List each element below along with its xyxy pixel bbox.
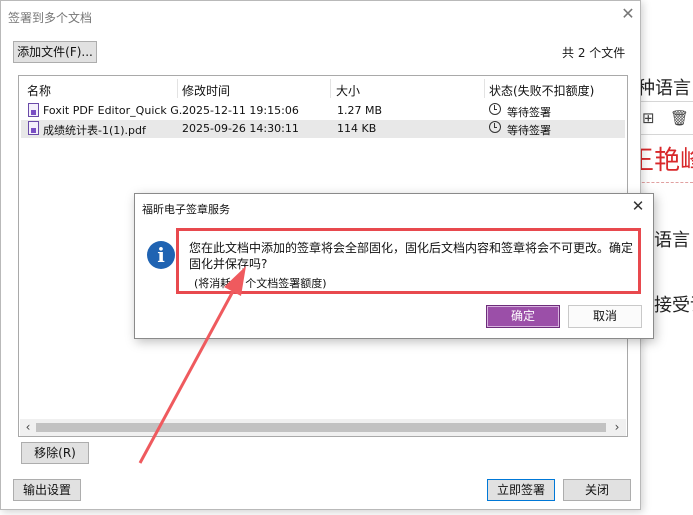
close-button[interactable]: 关闭 <box>563 479 631 501</box>
doc-text-line1: 种语言 <box>637 78 691 99</box>
column-divider[interactable] <box>177 79 178 98</box>
file-status: 等待签署 <box>507 124 551 137</box>
info-icon: i <box>147 241 175 269</box>
file-status: 等待签署 <box>507 106 551 119</box>
horizontal-scrollbar[interactable]: ‹ › <box>20 419 626 436</box>
confirm-message-box: 福昕电子签章服务 ✕ i 您在此文档中添加的签章将会全部固化，固化后文档内容和签… <box>134 193 654 339</box>
quota-note-suffix: 个文档签署额度) <box>241 277 327 290</box>
output-settings-button[interactable]: 输出设置 <box>13 479 81 501</box>
doc-text-line3: 接受语 <box>654 295 693 316</box>
remove-button[interactable]: 移除(R) <box>21 442 89 464</box>
clock-icon <box>489 103 501 115</box>
trash-icon[interactable]: 🗑 <box>670 109 689 127</box>
close-icon[interactable]: ✕ <box>629 197 647 215</box>
pdf-file-icon <box>28 103 39 117</box>
confirm-message: 您在此文档中添加的签章将会全部固化，固化后文档内容和签章将会不可更改。确定固化并… <box>189 241 634 271</box>
quota-count: 2 <box>234 277 242 290</box>
column-header-modified[interactable]: 修改时间 <box>182 82 230 99</box>
file-count-label: 共 2 个文件 <box>562 46 626 60</box>
quota-note-prefix: (将消耗 <box>194 277 235 290</box>
file-size: 1.27 MB <box>337 104 383 117</box>
add-files-button[interactable]: 添加文件(F)... <box>13 41 97 63</box>
message-box-body: i 您在此文档中添加的签章将会全部固化，固化后文档内容和签章将会不可更改。确定固… <box>135 221 653 338</box>
message-box-title: 福昕电子签章服务 <box>142 203 230 216</box>
column-header-size[interactable]: 大小 <box>336 82 360 99</box>
highlight-box: 您在此文档中添加的签章将会全部固化，固化后文档内容和签章将会不可更改。确定固化并… <box>176 228 641 294</box>
column-header-name[interactable]: 名称 <box>27 82 51 99</box>
file-name: 成绩统计表-1(1).pdf <box>43 124 146 137</box>
stamp-icon[interactable]: ⊞ <box>642 109 655 127</box>
scroll-left-icon[interactable]: ‹ <box>21 420 35 435</box>
dialog-title: 签署到多个文档 <box>8 11 93 25</box>
quota-note: (将消耗 2 个文档签署额度) <box>194 275 327 291</box>
column-header-status[interactable]: 状态(失败不扣额度) <box>489 82 594 99</box>
scroll-right-icon[interactable]: › <box>610 420 624 435</box>
ok-button[interactable]: 确定 <box>486 305 560 328</box>
table-row[interactable]: Foxit PDF Editor_Quick G... 2025-12-11 1… <box>21 102 625 120</box>
scrollbar-thumb[interactable] <box>36 423 606 432</box>
table-row[interactable]: 成绩统计表-1(1).pdf 2025-09-26 14:30:11 114 K… <box>21 120 625 138</box>
file-size: 114 KB <box>337 122 377 135</box>
file-name: Foxit PDF Editor_Quick G... <box>43 104 190 117</box>
doc-mini-toolbar: ⊞ 🗑 <box>636 101 693 135</box>
clock-icon <box>489 121 501 133</box>
close-icon[interactable]: ✕ <box>619 5 637 23</box>
doc-text-line2: 语言 <box>654 230 690 251</box>
pdf-file-icon <box>28 121 39 135</box>
file-modified: 2025-09-26 14:30:11 <box>182 122 299 135</box>
cancel-button[interactable]: 取消 <box>568 305 642 328</box>
signature-dashed-line <box>637 182 693 183</box>
sign-now-button[interactable]: 立即签署 <box>487 479 555 501</box>
column-divider[interactable] <box>330 79 331 98</box>
column-divider[interactable] <box>484 79 485 98</box>
file-modified: 2025-12-11 19:15:06 <box>182 104 299 117</box>
